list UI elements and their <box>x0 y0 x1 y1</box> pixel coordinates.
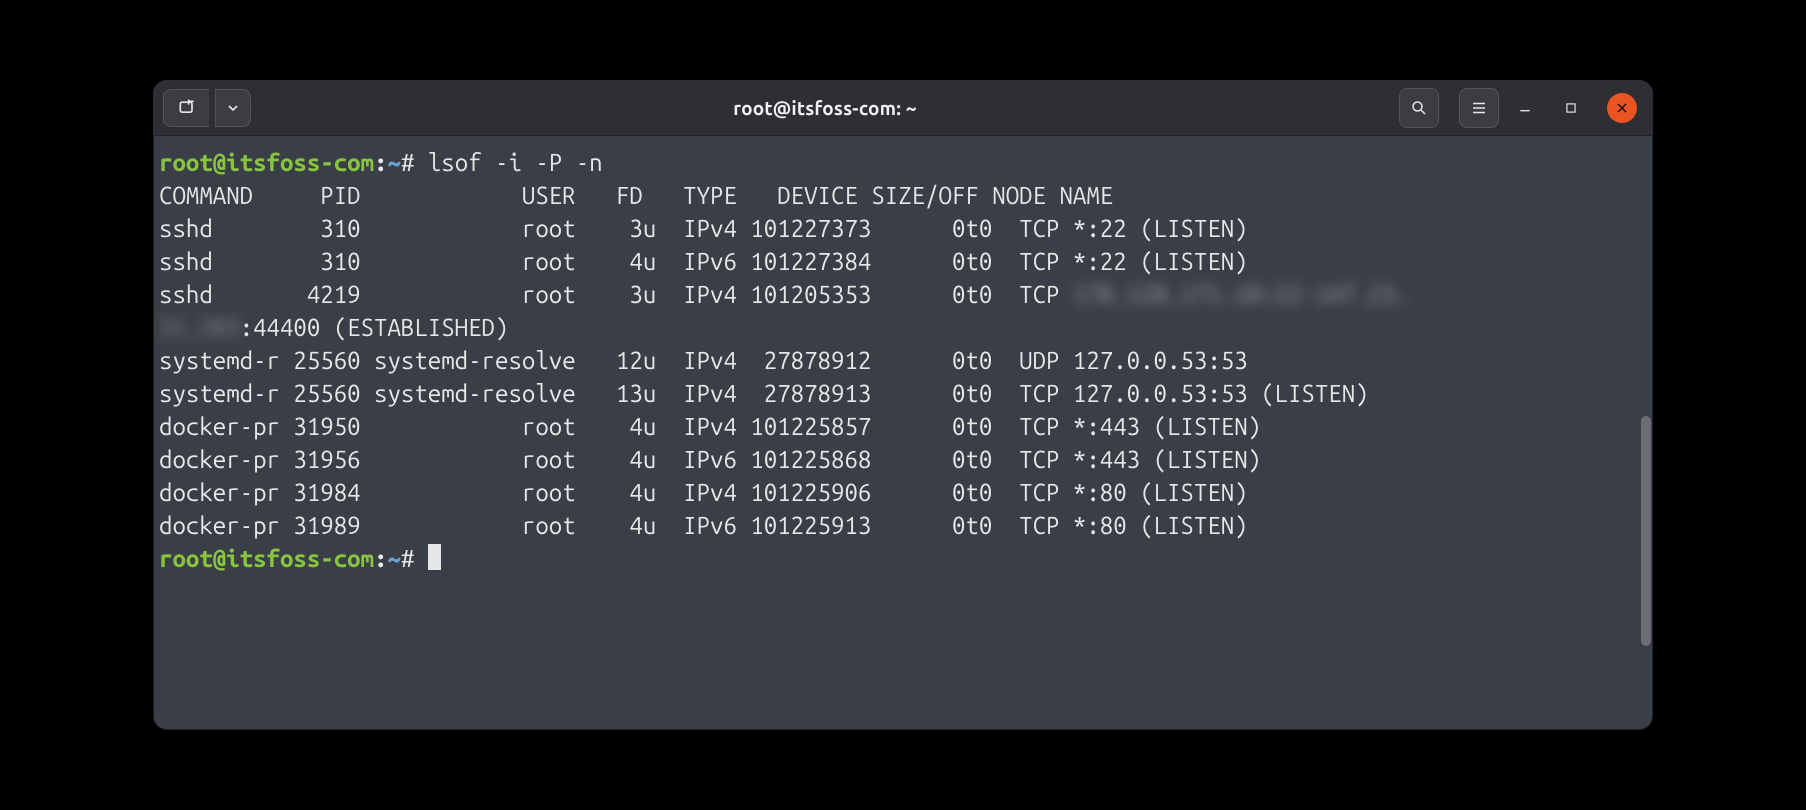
prompt-path: ~ <box>388 545 401 572</box>
output-row: sshd 310 root 4u IPv6 101227384 0t0 TCP … <box>159 248 1248 275</box>
new-tab-button[interactable] <box>163 89 209 127</box>
prompt-colon: : <box>374 149 387 176</box>
output-row: docker-pr 31984 root 4u IPv4 101225906 0… <box>159 479 1248 506</box>
command-text: lsof -i -P -n <box>428 149 603 176</box>
output-row: sshd 310 root 3u IPv4 101227373 0t0 TCP … <box>159 215 1248 242</box>
output-row: docker-pr 31950 root 4u IPv4 101225857 0… <box>159 413 1261 440</box>
redacted-ip: 31.203 <box>159 314 240 341</box>
output-row: docker-pr 31989 root 4u IPv6 101225913 0… <box>159 512 1248 539</box>
redacted-ip: 178.128.171.10:22-147.23. <box>1073 281 1409 308</box>
prompt-colon: : <box>374 545 387 572</box>
output-row: sshd 4219 root 3u IPv4 101205353 0t0 TCP <box>159 281 1073 308</box>
output-row-wrap: :44400 (ESTABLISHED) <box>240 314 509 341</box>
search-button[interactable] <box>1399 88 1439 128</box>
prompt-sign: # <box>401 545 414 572</box>
prompt-user-host: root@itsfoss-com <box>159 149 374 176</box>
maximize-button[interactable] <box>1551 88 1591 128</box>
output-header: COMMAND PID USER FD TYPE DEVICE SIZE/OFF… <box>159 182 1113 209</box>
terminal-window: root@itsfoss-com: ~ root@itsfoss-com:~# … <box>153 80 1653 730</box>
output-row: systemd-r 25560 systemd-resolve 13u IPv4… <box>159 380 1369 407</box>
prompt-path: ~ <box>388 149 401 176</box>
minimize-button[interactable] <box>1505 88 1545 128</box>
prompt-sign: # <box>401 149 414 176</box>
terminal-body[interactable]: root@itsfoss-com:~# lsof -i -P -n COMMAN… <box>153 136 1653 730</box>
close-button[interactable] <box>1607 93 1637 123</box>
window-title: root@itsfoss-com: ~ <box>257 97 1393 119</box>
title-bar: root@itsfoss-com: ~ <box>153 80 1653 136</box>
output-row: systemd-r 25560 systemd-resolve 12u IPv4… <box>159 347 1248 374</box>
prompt-user-host: root@itsfoss-com <box>159 545 374 572</box>
cursor <box>428 544 441 570</box>
scrollbar-thumb[interactable] <box>1641 416 1651 646</box>
output-row: docker-pr 31956 root 4u IPv6 101225868 0… <box>159 446 1261 473</box>
hamburger-menu-button[interactable] <box>1459 88 1499 128</box>
tab-dropdown-button[interactable] <box>215 89 251 127</box>
